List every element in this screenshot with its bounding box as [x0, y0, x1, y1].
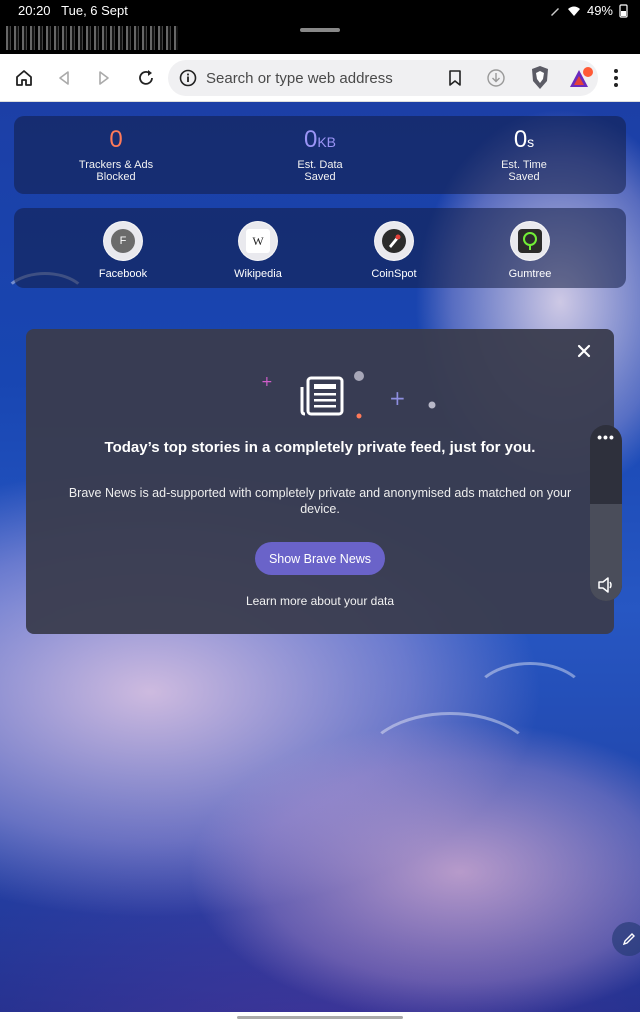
info-icon[interactable]: [179, 69, 197, 87]
window-drag-handle[interactable]: [300, 28, 340, 32]
show-brave-news-button[interactable]: Show Brave News: [255, 542, 385, 575]
back-button[interactable]: [48, 62, 80, 94]
gesture-navigation-bar: [0, 1012, 640, 1024]
stat-value: 0: [109, 126, 123, 153]
stat-label: Saved: [304, 171, 336, 183]
date-text: Tue, 6 Sept: [61, 3, 128, 18]
download-icon[interactable]: [486, 68, 506, 88]
forward-button[interactable]: [88, 62, 120, 94]
wifi-icon: [567, 6, 580, 16]
obscured-notification-area: [6, 26, 178, 50]
brave-rewards-icon[interactable]: [568, 65, 594, 91]
speaker-icon[interactable]: [596, 575, 616, 595]
status-bar: 20:20 Tue, 6 Sept 49%: [0, 0, 640, 54]
stat-label: Trackers & Ads: [78, 159, 154, 171]
top-site-label: Wikipedia: [234, 268, 282, 280]
search-input[interactable]: [206, 60, 436, 96]
news-headline: Today’s top stories in a completely priv…: [104, 439, 536, 456]
volume-menu-icon[interactable]: •••: [590, 429, 622, 445]
stat-data-saved: 0KB Est. Data Saved: [240, 126, 400, 183]
stat-trackers-blocked: 0 Trackers & Ads Blocked: [36, 126, 196, 183]
status-time: 20:20 Tue, 6 Sept: [18, 3, 128, 18]
facebook-icon: F: [103, 221, 143, 261]
forward-icon: [99, 71, 109, 85]
svg-text:+: +: [261, 374, 273, 390]
pencil-icon: [622, 933, 635, 946]
top-site-coinspot[interactable]: CoinSpot: [349, 221, 439, 280]
rewards-badge: [583, 67, 593, 77]
battery-icon: [619, 3, 628, 18]
wikipedia-icon: W: [238, 221, 278, 261]
coinspot-icon: [374, 221, 414, 261]
top-site-label: CoinSpot: [371, 268, 417, 280]
newspaper-icon: [300, 376, 344, 416]
reload-button[interactable]: [130, 62, 162, 94]
close-icon: [577, 344, 591, 358]
learn-more-link[interactable]: Learn more about your data: [26, 594, 614, 608]
home-gesture-pill[interactable]: [237, 1016, 403, 1019]
news-illustration-icon: + +: [261, 371, 436, 419]
volume-slider[interactable]: •••: [590, 425, 622, 601]
address-bar[interactable]: [168, 60, 598, 96]
stat-time-saved: 0s Est. Time Saved: [444, 126, 604, 183]
overflow-menu-button[interactable]: [600, 62, 632, 94]
back-icon: [59, 71, 69, 85]
stat-label: Blocked: [96, 171, 136, 183]
overflow-menu-icon: [614, 69, 618, 87]
close-button[interactable]: [572, 339, 596, 363]
gumtree-icon: [510, 221, 550, 261]
tentacle-decoration: [360, 712, 540, 822]
home-icon: [16, 70, 32, 86]
clock-text: 20:20: [18, 3, 51, 18]
bookmark-icon[interactable]: [447, 69, 463, 87]
stat-label: Est. Time: [501, 159, 547, 171]
top-site-label: Gumtree: [508, 268, 552, 280]
top-site-facebook[interactable]: F Facebook: [78, 221, 168, 280]
svg-text:+: +: [389, 386, 406, 410]
top-site-gumtree[interactable]: Gumtree: [485, 221, 575, 280]
stat-label: Saved: [508, 171, 540, 183]
top-site-label: Facebook: [98, 268, 148, 280]
privacy-stats-card: 0 Trackers & Ads Blocked 0KB Est. Data S…: [14, 116, 626, 194]
stat-value: 0KB: [303, 126, 337, 153]
browser-toolbar: [0, 54, 640, 102]
customize-button[interactable]: [612, 922, 640, 956]
stat-value: 0s: [513, 126, 535, 153]
top-site-wikipedia[interactable]: W Wikipedia: [213, 221, 303, 280]
pen-icon: [550, 7, 559, 16]
home-button[interactable]: [8, 62, 40, 94]
status-icons: 49%: [549, 3, 628, 18]
stat-label: Est. Data: [297, 159, 343, 171]
brave-news-opt-in-panel: + + Today’s top stories in a completely …: [26, 329, 614, 634]
battery-percent: 49%: [586, 3, 613, 18]
news-description: Brave News is ad-supported with complete…: [68, 486, 572, 516]
reload-icon: [139, 70, 153, 85]
top-sites-card: F Facebook W Wikipedia CoinSpot Gumtree: [14, 208, 626, 288]
brave-shields-icon[interactable]: [529, 65, 551, 91]
